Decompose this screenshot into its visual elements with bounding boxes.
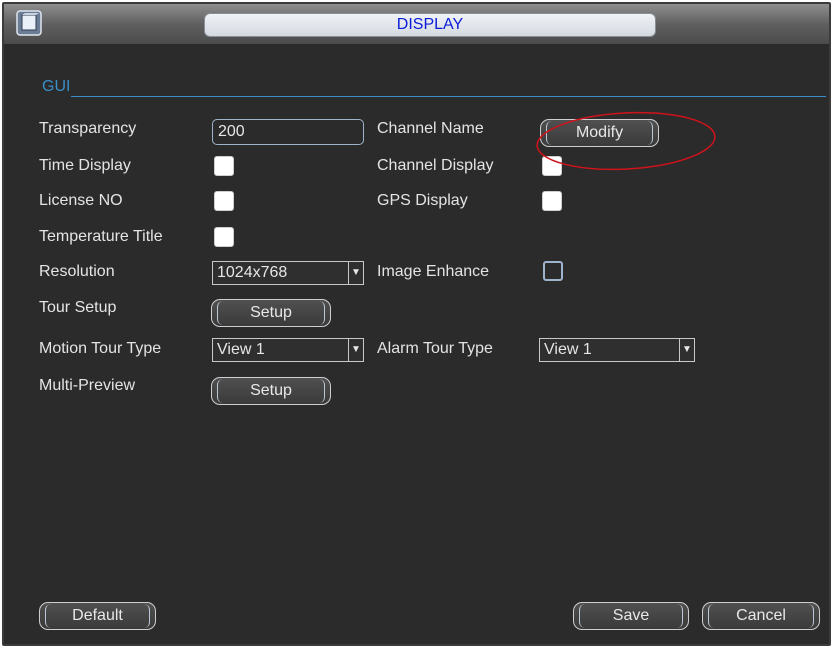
transparency-input[interactable]: 200 (212, 119, 364, 145)
save-button[interactable]: Save (573, 602, 689, 630)
save-button-label: Save (612, 607, 650, 624)
channel-name-label: Channel Name (377, 120, 484, 137)
motion-tour-type-select[interactable]: View 1 ▼ (212, 338, 364, 362)
image-enhance-label: Image Enhance (377, 263, 490, 280)
gui-section-divider (71, 96, 826, 97)
motion-tour-type-value: View 1 (217, 341, 265, 358)
gps-display-checkbox[interactable] (542, 191, 562, 211)
gui-section-label: GUI (42, 78, 71, 95)
cancel-button-label: Cancel (736, 607, 786, 624)
window-icon (16, 10, 42, 36)
license-no-label: License NO (39, 192, 123, 209)
display-settings-window: DISPLAY GUI Transparency 200 Channel Nam… (2, 2, 831, 646)
multi-preview-setup-button[interactable]: Setup (211, 377, 331, 405)
resolution-value: 1024x768 (217, 264, 288, 281)
image-enhance-checkbox[interactable] (543, 261, 563, 281)
default-button[interactable]: Default (39, 602, 156, 630)
license-no-checkbox[interactable] (214, 191, 234, 211)
resolution-label: Resolution (39, 263, 115, 280)
modify-button[interactable]: Modify (540, 119, 659, 147)
transparency-label: Transparency (39, 120, 137, 137)
multi-preview-label: Multi-Preview (39, 377, 136, 394)
resolution-select[interactable]: 1024x768 ▼ (212, 261, 364, 285)
alarm-tour-type-value: View 1 (544, 341, 592, 358)
time-display-label: Time Display (39, 157, 131, 174)
multi-preview-setup-button-label: Setup (250, 382, 292, 399)
temperature-title-label: Temperature Title (39, 228, 163, 245)
modify-button-label: Modify (575, 124, 624, 141)
tour-setup-button[interactable]: Setup (211, 299, 331, 327)
chevron-down-icon[interactable]: ▼ (679, 339, 694, 361)
temperature-title-checkbox[interactable] (214, 227, 234, 247)
chevron-down-icon[interactable]: ▼ (348, 262, 363, 284)
default-button-label: Default (72, 607, 123, 624)
time-display-checkbox[interactable] (214, 156, 234, 176)
channel-display-label: Channel Display (377, 157, 494, 174)
tour-setup-label: Tour Setup (39, 299, 117, 316)
chevron-down-icon[interactable]: ▼ (348, 339, 363, 361)
alarm-tour-type-select[interactable]: View 1 ▼ (539, 338, 695, 362)
motion-tour-type-label: Motion Tour Type (39, 340, 162, 357)
gps-display-label: GPS Display (377, 192, 468, 209)
alarm-tour-type-label: Alarm Tour Type (377, 340, 493, 357)
window-title: DISPLAY (204, 13, 656, 37)
tour-setup-button-label: Setup (250, 304, 292, 321)
channel-display-checkbox[interactable] (542, 156, 562, 176)
cancel-button[interactable]: Cancel (702, 602, 820, 630)
title-bar: DISPLAY (4, 4, 829, 45)
